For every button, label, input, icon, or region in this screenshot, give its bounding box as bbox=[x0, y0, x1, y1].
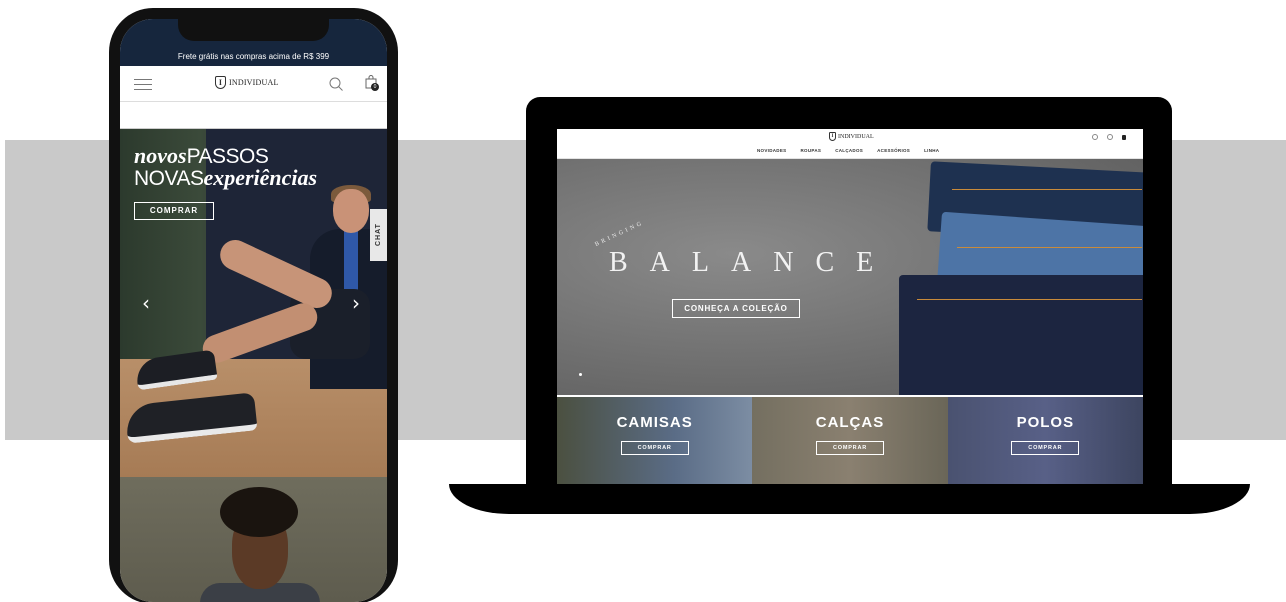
desktop-hero-banner[interactable]: BRINGING BALANCE CONHEÇA A COLEÇÃO bbox=[557, 159, 1143, 395]
carousel-next-icon[interactable]: › bbox=[352, 291, 360, 315]
search-icon[interactable] bbox=[1092, 134, 1098, 140]
logo-mark: I bbox=[215, 76, 226, 89]
menu-icon[interactable] bbox=[134, 79, 152, 91]
logo[interactable]: I INDIVIDUAL bbox=[829, 132, 874, 141]
desktop-screen: I INDIVIDUAL NOVIDADES ROUPAS CALÇADOS A… bbox=[557, 129, 1143, 484]
mobile-header: I INDIVIDUAL 0 bbox=[120, 66, 387, 102]
category-tile-calcas[interactable]: CALÇAS COMPRAR bbox=[752, 397, 948, 484]
model-hood bbox=[344, 225, 358, 295]
jeans-stitch bbox=[952, 189, 1142, 190]
mobile-hero-banner[interactable]: novosPASSOS NOVASexperiências COMPRAR ‹ … bbox=[120, 129, 387, 477]
header-icons bbox=[1092, 134, 1126, 140]
user-icon[interactable] bbox=[1107, 134, 1113, 140]
nav-item-linha[interactable]: LINHA bbox=[924, 148, 939, 153]
hero-comprar-button[interactable]: COMPRAR bbox=[134, 202, 214, 220]
tile-comprar-button[interactable]: COMPRAR bbox=[815, 441, 884, 455]
carousel-dot[interactable] bbox=[579, 373, 582, 376]
mobile-screen: Frete grátis nas compras acima de R$ 399… bbox=[120, 19, 387, 602]
main-nav: NOVIDADES ROUPAS CALÇADOS ACESSÓRIOS LIN… bbox=[757, 148, 939, 153]
logo[interactable]: I INDIVIDUAL bbox=[215, 76, 279, 89]
laptop-base bbox=[449, 484, 1250, 514]
logo-text: INDIVIDUAL bbox=[229, 78, 279, 87]
category-tile-polos[interactable]: POLOS COMPRAR bbox=[947, 397, 1143, 484]
carousel-prev-icon[interactable]: ‹ bbox=[142, 291, 150, 315]
header-spacer bbox=[120, 102, 387, 129]
second-banner[interactable] bbox=[120, 477, 387, 602]
model-head bbox=[333, 189, 369, 233]
model-hair bbox=[220, 487, 298, 537]
jeans-stitch bbox=[917, 299, 1142, 300]
phone-mockup: Frete grátis nas compras acima de R$ 399… bbox=[109, 8, 398, 602]
nav-item-novidades[interactable]: NOVIDADES bbox=[757, 148, 786, 153]
jeans-stitch bbox=[957, 247, 1142, 248]
phone-notch bbox=[178, 19, 329, 41]
tile-title: CALÇAS bbox=[815, 414, 885, 431]
nav-item-acessorios[interactable]: ACESSÓRIOS bbox=[877, 148, 910, 153]
shopping-bag-icon[interactable]: 0 bbox=[365, 75, 379, 91]
cart-count-badge: 0 bbox=[371, 83, 379, 91]
hero-colecao-button[interactable]: CONHEÇA A COLEÇÃO bbox=[672, 299, 800, 318]
jeans-image bbox=[899, 275, 1143, 395]
hero-title: novosPASSOS NOVASexperiências bbox=[134, 143, 318, 190]
chat-tab[interactable]: CHAT bbox=[370, 209, 387, 261]
hero-kicker: BRINGING bbox=[594, 220, 646, 248]
logo-mark: I bbox=[829, 132, 836, 141]
category-tile-camisas[interactable]: CAMISAS COMPRAR bbox=[557, 397, 753, 484]
nav-item-roupas[interactable]: ROUPAS bbox=[800, 148, 821, 153]
nav-item-calcados[interactable]: CALÇADOS bbox=[835, 148, 863, 153]
tile-comprar-button[interactable]: COMPRAR bbox=[620, 441, 689, 455]
tile-title: CAMISAS bbox=[616, 414, 693, 431]
shopping-bag-icon[interactable] bbox=[1122, 135, 1126, 140]
desktop-header: I INDIVIDUAL NOVIDADES ROUPAS CALÇADOS A… bbox=[557, 129, 1143, 159]
hero-headline: BALANCE bbox=[609, 247, 896, 278]
logo-text: INDIVIDUAL bbox=[838, 133, 874, 140]
search-icon[interactable] bbox=[329, 77, 343, 91]
tile-title: POLOS bbox=[1016, 414, 1075, 431]
tile-comprar-button[interactable]: COMPRAR bbox=[1011, 441, 1080, 455]
category-tiles: CAMISAS COMPRAR CALÇAS COMPRAR POLOS COM… bbox=[557, 397, 1143, 484]
